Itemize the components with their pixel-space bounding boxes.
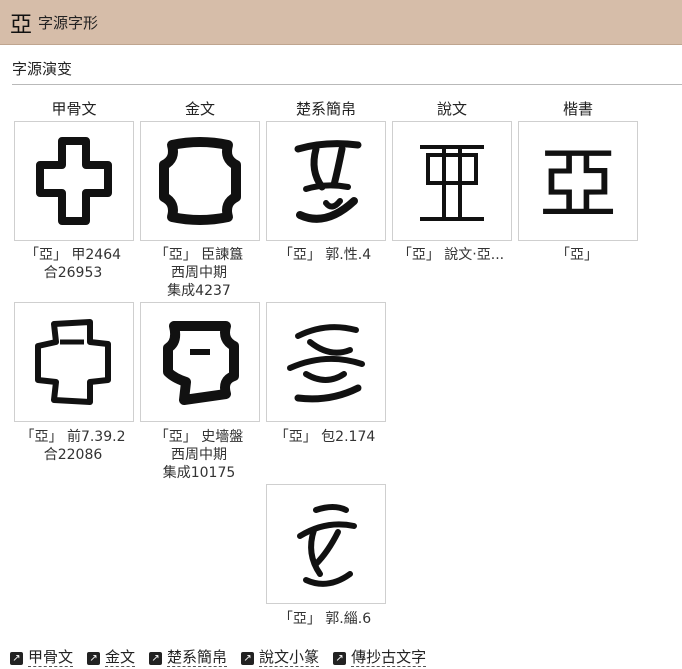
glyph-card-chu-1[interactable]: [266, 121, 386, 241]
link-shuowen-seal[interactable]: ↗ 說文小篆: [241, 646, 320, 667]
chu-glyph-image: [297, 504, 357, 587]
oracle-glyph-image: [35, 319, 111, 405]
glyph-caption: 「亞」 說文‧亞...: [397, 247, 505, 263]
glyph-caption: 「亞」 前7.39.2 合22086: [20, 429, 126, 463]
glyph-caption: 「亞」 包2.174: [274, 429, 376, 445]
svg-text:亞: 亞: [539, 140, 617, 230]
glyph-card-oracle-2[interactable]: [14, 302, 134, 422]
external-link-icon: ↗: [87, 652, 101, 665]
oracle-glyph-image: [36, 137, 112, 225]
external-link-icon: ↗: [333, 652, 347, 665]
bronze-glyph-image: [159, 137, 241, 225]
glyph-card-regular-1[interactable]: 亞: [518, 121, 638, 241]
glyph-caption: 「亞」 臣諫簋 西周中期 集成4237: [154, 247, 244, 299]
section-title: 字源演变: [12, 60, 73, 78]
header-title: 字源字形: [38, 14, 99, 32]
section-divider: [12, 84, 682, 85]
column-heading-chu: 楚系簡帛: [295, 100, 356, 118]
chu-glyph-image: [294, 140, 362, 223]
glyph-card-chu-2[interactable]: [266, 302, 386, 422]
header-bar: 亞 字源字形: [0, 0, 682, 45]
glyph-card-bronze-2[interactable]: [140, 302, 260, 422]
glyph-card-bronze-1[interactable]: [140, 121, 260, 241]
header-character: 亞: [10, 13, 33, 38]
glyph-caption: 「亞」 郭.緇.6: [278, 611, 372, 627]
link-transmitted-ancient[interactable]: ↗ 傳抄古文字: [333, 646, 427, 667]
column-heading-shuowen: 說文: [436, 100, 467, 118]
regular-script-glyph-image: 亞: [539, 140, 617, 230]
glyph-caption: 「亞」: [556, 247, 598, 263]
column-heading-bronze: 金文: [184, 100, 215, 118]
glyph-card-chu-3[interactable]: [266, 484, 386, 604]
bronze-glyph-image: [163, 321, 239, 405]
external-link-icon: ↗: [10, 652, 23, 665]
link-chu[interactable]: ↗ 楚系簡帛: [149, 646, 228, 667]
external-link-icon: ↗: [241, 652, 255, 665]
glyph-caption: 「亞」 史墻盤 西周中期 集成10175: [154, 429, 244, 481]
column-heading-regular: 楷書: [562, 100, 593, 118]
link-bronze[interactable]: ↗ 金文: [87, 646, 136, 667]
link-oracle[interactable]: ↗ 甲骨文: [10, 646, 74, 667]
external-link-icon: ↗: [149, 652, 163, 665]
glyph-card-shuowen-1[interactable]: [392, 121, 512, 241]
glyph-caption: 「亞」 郭.性.4: [278, 247, 372, 263]
script-links-bar: ↗ 甲骨文 ↗ 金文 ↗ 楚系簡帛 ↗ 說文小篆 ↗ 傳抄古文字: [10, 646, 440, 667]
glyph-card-oracle-1[interactable]: [14, 121, 134, 241]
glyph-caption: 「亞」 甲2464 合26953: [24, 247, 122, 281]
column-heading-oracle: 甲骨文: [51, 100, 97, 118]
chu-glyph-image: [287, 324, 365, 403]
shuowen-glyph-image: [420, 145, 484, 221]
